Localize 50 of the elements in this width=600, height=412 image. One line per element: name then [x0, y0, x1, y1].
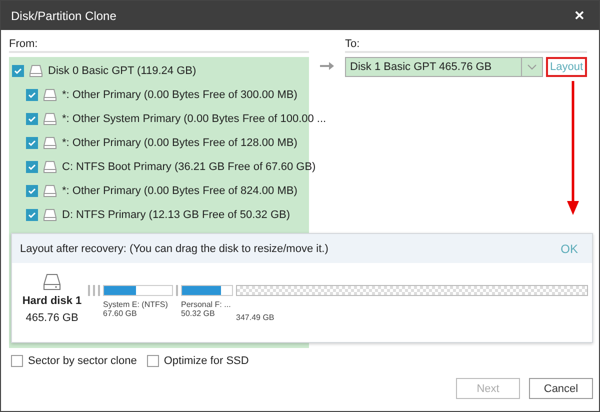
check-icon — [14, 67, 22, 75]
tree-item[interactable]: *: Other System Primary (0.00 Bytes Free of 100.00 ... — [62, 113, 326, 125]
partition-name: System E: (NTFS) — [103, 300, 169, 309]
tree-item[interactable]: D: NTFS Primary (12.13 GB Free of 50.32 GB) — [62, 209, 290, 221]
partition-icon — [43, 184, 57, 198]
disk-size: 465.76 GB — [26, 312, 78, 324]
checkbox[interactable] — [26, 185, 38, 197]
partition-size: 347.49 GB — [236, 313, 276, 322]
panel-title: Layout after recovery: (You can drag the disk to resize/move it.) — [20, 242, 328, 254]
partition-icon — [43, 88, 57, 102]
partition-name: Personal F: ... — [181, 300, 232, 309]
check-icon — [28, 211, 36, 219]
partition-icon — [43, 136, 57, 150]
partition-size: 67.60 GB — [103, 309, 138, 318]
close-button[interactable]: ✕ — [572, 8, 587, 23]
tree-item[interactable]: *: Other Primary (0.00 Bytes Free of 128.00 MB) — [62, 137, 298, 149]
partition-icon — [43, 208, 57, 222]
target-dropdown[interactable]: Disk 1 Basic GPT 465.76 GB — [345, 57, 543, 77]
check-icon — [28, 163, 36, 171]
arrow-icon — [320, 62, 334, 70]
window-title: Disk/Partition Clone — [11, 8, 116, 22]
partition-bar[interactable] — [103, 285, 173, 296]
checkbox[interactable] — [26, 209, 38, 221]
tree-item[interactable]: *: Other Primary (0.00 Bytes Free of 824.00 MB) — [62, 185, 298, 197]
checkbox[interactable] — [26, 89, 38, 101]
checkbox[interactable] — [146, 355, 159, 367]
from-label: From: — [9, 38, 309, 53]
tree-item[interactable]: C: NTFS Boot Primary (36.21 GB Free of 67.60 GB) — [62, 161, 316, 173]
check-icon — [28, 187, 36, 195]
tree-item[interactable]: Disk 0 Basic GPT (119.24 GB) — [48, 65, 196, 77]
check-icon — [28, 139, 36, 147]
partition-bar[interactable] — [181, 285, 233, 296]
tree-item[interactable]: *: Other Primary (0.00 Bytes Free of 300.00 MB) — [62, 89, 298, 101]
partition-size: 50.32 GB — [181, 309, 216, 318]
partition-icon — [43, 112, 57, 126]
option-label: Optimize for SSD — [164, 355, 249, 367]
option-label: Sector by sector clone — [28, 355, 137, 367]
dialog-button[interactable]: Cancel — [529, 378, 593, 399]
partition-icon — [43, 160, 57, 174]
checkbox[interactable] — [26, 113, 38, 125]
unallocated-bar[interactable] — [236, 285, 588, 296]
checkbox[interactable] — [26, 161, 38, 173]
caret-icon — [526, 64, 537, 70]
checkbox[interactable] — [26, 137, 38, 149]
check-icon — [28, 91, 36, 99]
checkbox[interactable] — [12, 65, 24, 77]
check-icon — [28, 115, 36, 123]
disk-name: Hard disk 1 — [22, 295, 82, 307]
checkbox[interactable] — [11, 355, 23, 367]
to-label: To: — [345, 38, 587, 53]
